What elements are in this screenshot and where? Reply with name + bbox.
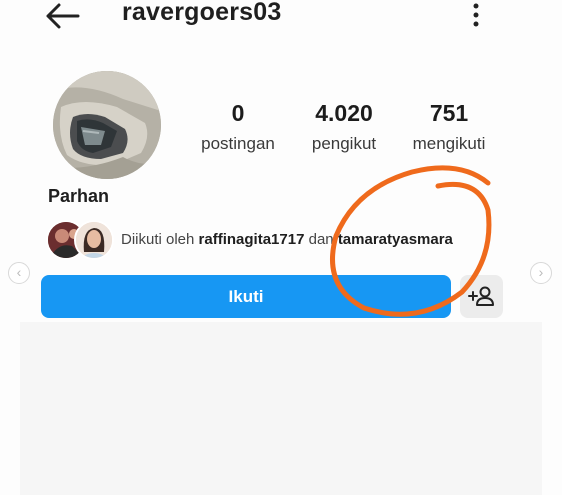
- chevron-right-icon[interactable]: ›: [530, 262, 552, 284]
- followed-by-text[interactable]: Diikuti oleh raffinagita1717 dan tamarat…: [121, 231, 453, 248]
- follow-button[interactable]: Ikuti: [41, 275, 451, 318]
- following-label: mengikuti: [412, 134, 486, 153]
- suggested-accounts-button[interactable]: [460, 275, 503, 318]
- posts-label: postingan: [201, 134, 275, 153]
- profile-avatar[interactable]: [53, 71, 161, 179]
- mutual-followers-avatars[interactable]: [46, 220, 114, 260]
- stat-followers[interactable]: 4.020 pengikut: [302, 100, 386, 156]
- followers-count: 4.020: [315, 100, 373, 126]
- profile-content-area: [20, 322, 542, 495]
- stat-following[interactable]: 751 mengikuti: [404, 100, 494, 156]
- mutual-user-2[interactable]: tamaratyasmara: [338, 231, 453, 248]
- profile-name: Parhan: [48, 186, 110, 206]
- followed-by-conjunction: dan: [308, 231, 334, 248]
- more-options-icon[interactable]: [464, 2, 488, 28]
- stat-posts[interactable]: 0 postingan: [194, 100, 282, 156]
- mutual-user-1[interactable]: raffinagita1717: [199, 231, 305, 248]
- posts-count: 0: [231, 100, 245, 126]
- mutual-avatar-2: [74, 220, 114, 260]
- add-person-icon: [468, 286, 494, 306]
- top-bar: ravergoers03: [0, 0, 562, 30]
- chevron-left-icon[interactable]: ‹: [8, 262, 30, 284]
- back-arrow-icon[interactable]: [44, 2, 80, 30]
- following-count: 751: [429, 100, 469, 126]
- followers-label: pengikut: [311, 134, 377, 153]
- profile-username: ravergoers03: [122, 0, 282, 26]
- followed-by-prefix: Diikuti oleh: [121, 231, 195, 248]
